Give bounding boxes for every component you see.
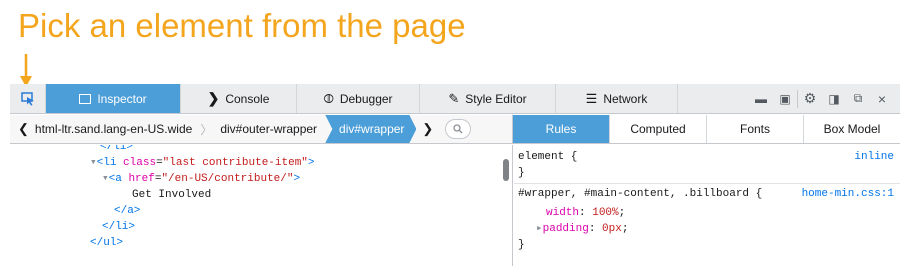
toolbar-tools: ▬ ▣ ⚙ ◨ ⧉ × — [749, 84, 900, 113]
breadcrumb-item-html[interactable]: html-ltr.sand.lang-en-US.wide — [35, 115, 200, 143]
split-console-icon[interactable]: ▬ — [749, 84, 773, 114]
expand-twisty-icon[interactable]: ▾ — [102, 173, 109, 185]
tab-debugger-label: Debugger — [339, 91, 393, 106]
tab-inspector[interactable]: Inspector — [46, 84, 181, 113]
tab-debugger[interactable]: ⦷ Debugger — [297, 84, 420, 113]
rule-selector: #wrapper, #main-content, .billboard { hom… — [514, 186, 900, 202]
expand-twisty-icon[interactable]: ▾ — [90, 157, 97, 169]
selector-text: #wrapper, #main-content, .billboard { — [518, 188, 763, 200]
rules-view[interactable]: element { inline } #wrapper, #main-conten… — [514, 145, 900, 266]
gear-icon[interactable]: ⚙ — [798, 84, 822, 114]
tab-box-model[interactable]: Box Model — [804, 115, 900, 143]
rule-declaration[interactable]: width: 100%; — [514, 205, 900, 221]
element-picker-icon — [20, 91, 34, 106]
expand-twisty-icon[interactable]: ▸ — [536, 223, 543, 235]
markup-line[interactable]: ▾<a href="/en-US/contribute/"> — [10, 171, 512, 187]
tag-close: > — [293, 173, 301, 185]
markup-line[interactable]: </a> — [10, 203, 512, 219]
responsive-mode-icon[interactable]: ▣ — [773, 84, 797, 114]
selector-text: element { — [518, 151, 578, 163]
attr-name: href — [128, 173, 155, 185]
tab-style-editor-label: Style Editor — [465, 91, 527, 106]
closing-tag: </li> — [102, 221, 136, 233]
rule-selector: element { inline — [514, 149, 900, 165]
tab-console-label: Console — [225, 91, 270, 106]
markup-scrollbar[interactable] — [503, 159, 509, 181]
breadcrumb-separator-icon: 〉 — [200, 122, 213, 137]
search-icon — [453, 124, 463, 134]
tab-style-editor[interactable]: ✎ Style Editor — [420, 84, 556, 113]
style-editor-icon: ✎ — [448, 90, 460, 106]
tab-rules[interactable]: Rules — [513, 115, 610, 143]
attr-value: "last contribute-item" — [162, 157, 308, 169]
markup-line[interactable]: ▾<li class="last contribute-item"> — [10, 155, 512, 171]
sidebar-tabs: Rules Computed Fonts Box Model — [513, 115, 900, 143]
tab-fonts[interactable]: Fonts — [707, 115, 804, 143]
search-button[interactable] — [445, 119, 472, 139]
tag-close: > — [307, 157, 315, 169]
rule-source-link[interactable]: home-min.css:1 — [802, 186, 894, 202]
breadcrumb-forward-icon[interactable]: ❯ — [416, 121, 439, 137]
property-value[interactable]: 100% — [592, 207, 618, 219]
markup-line[interactable]: Get Involved — [10, 187, 512, 203]
breadcrumb: ❮ html-ltr.sand.lang-en-US.wide 〉 div#ou… — [10, 115, 513, 143]
element-picker-button[interactable] — [10, 84, 46, 113]
tab-network-label: Network — [603, 91, 648, 106]
debugger-icon: ⦷ — [323, 90, 334, 106]
markup-line[interactable]: </li> — [10, 219, 512, 235]
closing-tag: </a> — [114, 205, 141, 217]
property-value[interactable]: 0px — [602, 223, 622, 235]
closing-tag: </li> — [100, 145, 134, 153]
breadcrumb-item-wrapper[interactable]: div#wrapper — [325, 115, 417, 143]
undock-window-icon[interactable]: ⧉ — [846, 84, 870, 114]
attr-value: "/en-US/contribute/" — [161, 173, 294, 185]
rule-declaration[interactable]: ▸padding: 0px; — [514, 221, 900, 237]
markup-line[interactable]: </li> — [10, 145, 512, 155]
rule-divider — [514, 183, 900, 184]
property-name[interactable]: width — [546, 207, 579, 219]
annotation-text: Pick an element from the page — [18, 7, 466, 44]
closing-tag: </ul> — [90, 237, 124, 249]
breadcrumb-item-outer-wrapper[interactable]: div#outer-wrapper — [212, 115, 325, 143]
opening-tag: <li — [96, 157, 117, 169]
rule-close: } — [518, 239, 525, 251]
tab-computed[interactable]: Computed — [610, 115, 707, 143]
property-name[interactable]: padding — [543, 223, 589, 235]
inspector-icon — [79, 93, 92, 104]
markup-view[interactable]: </li> ▾<li class="last contribute-item">… — [10, 145, 513, 266]
secondary-bar: ❮ html-ltr.sand.lang-en-US.wide 〉 div#ou… — [10, 115, 900, 144]
attr-name: class — [123, 157, 157, 169]
breadcrumb-back-icon[interactable]: ❮ — [10, 121, 35, 137]
console-icon: ❯ — [207, 90, 220, 106]
network-icon: ☰ — [585, 90, 598, 106]
close-icon[interactable]: × — [870, 84, 894, 114]
devtools-toolbar: Inspector ❯ Console ⦷ Debugger ✎ Style E… — [10, 84, 900, 114]
text-node: Get Involved — [132, 189, 212, 201]
markup-line[interactable]: </ul> — [10, 235, 512, 251]
rule-close: } — [518, 167, 525, 179]
rule-source-link[interactable]: inline — [854, 149, 894, 165]
opening-tag: <a — [108, 173, 122, 185]
dock-side-icon[interactable]: ◨ — [822, 84, 846, 114]
tab-network[interactable]: ☰ Network — [556, 84, 678, 113]
tab-inspector-label: Inspector — [97, 91, 147, 106]
annotation-arrow-icon — [20, 54, 32, 87]
tab-console[interactable]: ❯ Console — [181, 84, 297, 113]
